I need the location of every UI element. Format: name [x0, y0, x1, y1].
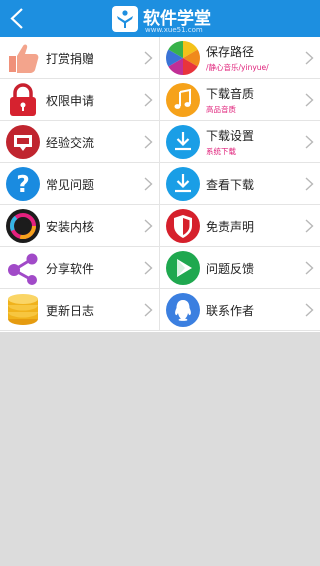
menu-label: 常见问题: [46, 178, 95, 192]
music-note-icon: [166, 83, 200, 117]
menu-label: 联系作者: [206, 304, 255, 318]
menu-label: 免责声明: [206, 220, 255, 234]
menu-label: 更新日志: [46, 304, 95, 318]
thumbs-up-icon: [9, 44, 39, 73]
chevron-right-icon: [305, 177, 314, 191]
logo-url: www.xue51.com: [145, 26, 203, 34]
settings-grid: 打赏捐赠 权限申请 经验交流 ? 常见问题 安装内核 分享软件 更新日志 保存路…: [0, 37, 320, 332]
ring-icon: [6, 209, 40, 243]
color-wheel-icon: [166, 41, 200, 75]
share-icon: [8, 253, 38, 285]
menu-label: 权限申请: [46, 94, 95, 108]
menu-label: 分享软件: [46, 262, 95, 276]
download-icon: [166, 167, 200, 201]
menu-item-feedback[interactable]: 问题反馈: [160, 247, 320, 289]
chevron-right-icon: [305, 303, 314, 317]
chevron-right-icon: [305, 135, 314, 149]
back-arrow-icon[interactable]: [6, 5, 30, 32]
menu-label: 经验交流: [46, 136, 95, 150]
logo-mark-icon: [112, 6, 138, 32]
chevron-right-icon: [144, 93, 153, 107]
menu-label: 下载音质: [206, 87, 255, 101]
question-icon: ?: [6, 167, 40, 201]
chevron-right-icon: [305, 93, 314, 107]
menu-item-exchange[interactable]: 经验交流: [0, 121, 160, 163]
chevron-right-icon: [144, 177, 153, 191]
database-icon: [8, 294, 38, 325]
chat-bubble-icon: [6, 125, 40, 159]
menu-item-contact-author[interactable]: 联系作者: [160, 289, 320, 331]
app-header: 软件学堂 www.xue51.com: [0, 0, 320, 37]
menu-item-changelog[interactable]: 更新日志: [0, 289, 160, 331]
menu-item-permission[interactable]: 权限申请: [0, 79, 160, 121]
menu-item-share[interactable]: 分享软件: [0, 247, 160, 289]
shield-icon: [166, 209, 200, 243]
chevron-right-icon: [305, 219, 314, 233]
menu-item-install-core[interactable]: 安装内核: [0, 205, 160, 247]
chevron-right-icon: [144, 303, 153, 317]
menu-label: 下载设置: [206, 129, 255, 143]
menu-item-audio-quality[interactable]: 下载音质 高品音质: [160, 79, 320, 121]
menu-label: 问题反馈: [206, 262, 255, 276]
menu-label: 查看下载: [206, 178, 255, 192]
menu-item-save-path[interactable]: 保存路径 /静心音乐/yinyue/: [160, 37, 320, 79]
play-icon: [166, 251, 200, 285]
menu-label: 安装内核: [46, 220, 95, 234]
download-icon: [166, 125, 200, 159]
lock-icon: [10, 83, 36, 116]
chevron-right-icon: [144, 135, 153, 149]
menu-sublabel: /静心音乐/yinyue/: [206, 63, 269, 72]
chevron-right-icon: [144, 219, 153, 233]
menu-sublabel: 系统下载: [206, 147, 236, 156]
chevron-right-icon: [144, 261, 153, 275]
chevron-right-icon: [305, 261, 314, 275]
chevron-right-icon: [305, 51, 314, 65]
chevron-right-icon: [144, 51, 153, 65]
menu-label: 保存路径: [206, 45, 255, 59]
menu-item-donate[interactable]: 打赏捐赠: [0, 37, 160, 79]
svg-text:?: ?: [16, 172, 29, 198]
menu-sublabel: 高品音质: [206, 105, 236, 114]
qq-icon: [166, 293, 200, 327]
menu-item-disclaimer[interactable]: 免责声明: [160, 205, 320, 247]
menu-item-download-settings[interactable]: 下载设置 系统下载: [160, 121, 320, 163]
menu-item-view-downloads[interactable]: 查看下载: [160, 163, 320, 205]
menu-label: 打赏捐赠: [46, 52, 95, 66]
menu-item-faq[interactable]: ? 常见问题: [0, 163, 160, 205]
